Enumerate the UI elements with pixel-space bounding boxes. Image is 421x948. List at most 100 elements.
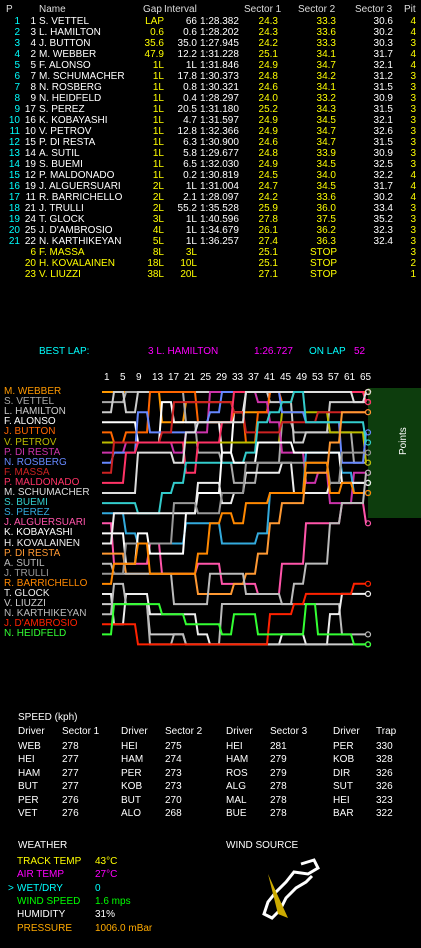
sector2-cell: 34.1 xyxy=(316,49,336,60)
sector3-cell: 32.3 xyxy=(373,225,393,236)
sector1-cell: 24.2 xyxy=(258,38,278,49)
position-cell: 12 xyxy=(8,137,20,148)
lap-tick-label: 9 xyxy=(136,372,142,383)
gap-cell: 1L xyxy=(152,148,164,159)
speed-value-cell: 277 xyxy=(62,754,79,766)
interval-cell: 12.2 xyxy=(177,49,197,60)
lap-time-cell: 1:27.945 xyxy=(200,38,239,49)
driver-name-cell: P. MALDONADO xyxy=(39,170,115,181)
speed-driver-cell: PER xyxy=(18,794,39,806)
position-cell: 20 xyxy=(8,225,20,236)
pit-cell: 4 xyxy=(410,170,416,181)
sector2-cell: 34.5 xyxy=(316,159,336,170)
speed-value-cell: 323 xyxy=(376,794,393,806)
car-number-cell: 25 xyxy=(24,225,36,236)
timing-row: 20 H. KOVALAINEN 18L 10L 25.1 STOP 2 xyxy=(0,258,421,269)
finish-marker-icon xyxy=(364,641,372,648)
position-cell: 15 xyxy=(8,170,20,181)
position-cell: 18 xyxy=(8,203,20,214)
sector2-cell: 34.5 xyxy=(316,181,336,192)
speed-value-cell: 274 xyxy=(165,754,182,766)
interval-cell: 2.1 xyxy=(183,192,197,203)
timing-row: 20 25 J. D'AMBROSIO 4L 1L 1:34.679 26.1 36.2 32.… xyxy=(0,225,421,236)
lap-time-cell: 1:31.597 xyxy=(200,115,239,126)
gap-cell: 1L xyxy=(152,104,164,115)
position-trace xyxy=(102,391,366,444)
sector3-cell: 33.4 xyxy=(373,203,393,214)
position-cell: 19 xyxy=(8,214,20,225)
car-number-cell: 15 xyxy=(24,137,36,148)
sector3-cell: 32.4 xyxy=(373,236,393,247)
timing-row: 11 10 V. PETROV 1L 12.8 1:32.366 24.9 34.7 32.6 3 xyxy=(0,126,421,137)
sector3-cell: 32.5 xyxy=(373,159,393,170)
speed-value-cell: 273 xyxy=(165,767,182,779)
speed-driver-cell: MAL xyxy=(226,794,247,806)
driver-name-cell: A. SUTIL xyxy=(39,148,80,159)
sector2-cell: 37.5 xyxy=(316,214,336,225)
interval-cell: 4.7 xyxy=(183,115,197,126)
speed-driver-cell: VET xyxy=(18,808,38,819)
pit-cell: 3 xyxy=(410,203,416,214)
chart-driver-name: V. PETROV xyxy=(4,436,57,448)
interval-cell: 0.2 xyxy=(183,170,197,181)
lap-tick-label: 53 xyxy=(312,372,324,383)
gap-cell: 2L xyxy=(152,192,164,203)
speed-value-cell: 276 xyxy=(62,794,79,806)
lap-tick-label: 25 xyxy=(200,372,212,383)
interval-cell: 12.8 xyxy=(177,126,197,137)
sector2-cell: 36.2 xyxy=(316,225,336,236)
lap-tick-label: 13 xyxy=(152,372,164,383)
timing-row: 21 22 N. KARTHIKEYAN 5L 1L 1:36.257 27.4 36.3 32… xyxy=(0,236,421,247)
pit-cell: 3 xyxy=(410,148,416,159)
position-trace xyxy=(102,401,366,474)
header-pit: Pit xyxy=(404,4,416,15)
driver-name-cell: J. BUTTON xyxy=(39,38,91,49)
position-cell: 21 xyxy=(8,236,20,247)
position-cell: 7 xyxy=(14,82,20,93)
sector2-cell: STOP xyxy=(310,269,338,280)
sector1-cell: 25.9 xyxy=(258,203,278,214)
lap-time-cell: 1:36.257 xyxy=(200,236,239,247)
speed-title: SPEED (kph) xyxy=(18,712,78,723)
position-trace xyxy=(102,391,366,505)
header-name: Name xyxy=(39,4,66,15)
interval-cell: 1L xyxy=(185,236,197,247)
lap-tick-label: 33 xyxy=(232,372,244,383)
weather-value: 31% xyxy=(95,909,116,921)
sector1-cell: 24.9 xyxy=(258,126,278,137)
lap-time-cell: 1:31.180 xyxy=(200,104,239,115)
sector2-cell: 34.2 xyxy=(316,71,336,82)
points-label: Points xyxy=(398,427,409,455)
gap-cell: 3L xyxy=(152,214,164,225)
position-cell: 14 xyxy=(8,159,20,170)
speed-value-cell: 279 xyxy=(270,767,287,779)
car-number-cell: 5 xyxy=(30,60,36,71)
driver-name-cell: K. KOBAYASHI xyxy=(39,115,108,126)
interval-cell: 1L xyxy=(185,225,197,236)
interval-cell: 20.5 xyxy=(177,104,197,115)
driver-name-cell: T. GLOCK xyxy=(39,214,85,225)
gap-cell: 1L xyxy=(152,60,164,71)
finish-marker-icon xyxy=(364,631,372,638)
sector1-cell: 27.8 xyxy=(258,214,278,225)
lap-time-cell: 1:31.846 xyxy=(200,60,239,71)
driver-name-cell: L. HAMILTON xyxy=(39,27,101,38)
chart-driver-name: N. HEIDFELD xyxy=(4,628,67,640)
finish-marker-icon xyxy=(364,580,372,587)
car-number-cell: 22 xyxy=(24,236,36,247)
sector2-cell: 34.7 xyxy=(316,60,336,71)
speed-driver-cell: SUT xyxy=(333,781,353,793)
sector2-cell: 34.1 xyxy=(316,82,336,93)
car-number-cell: 1 xyxy=(30,16,36,27)
sector2-cell: 34.7 xyxy=(316,137,336,148)
pit-cell: 3 xyxy=(410,137,416,148)
weather-label: WET/DRY xyxy=(17,882,63,894)
driver-name-cell: P. DI RESTA xyxy=(39,137,96,148)
speed-value-cell: 278 xyxy=(270,794,287,806)
points-zone xyxy=(368,388,421,518)
weather-label: TRACK TEMP xyxy=(17,856,82,867)
position-cell: 16 xyxy=(8,181,20,192)
gap-cell: 1L xyxy=(152,71,164,82)
weather-value: 27°C xyxy=(95,869,118,881)
sector3-cell: 31.7 xyxy=(373,181,393,192)
